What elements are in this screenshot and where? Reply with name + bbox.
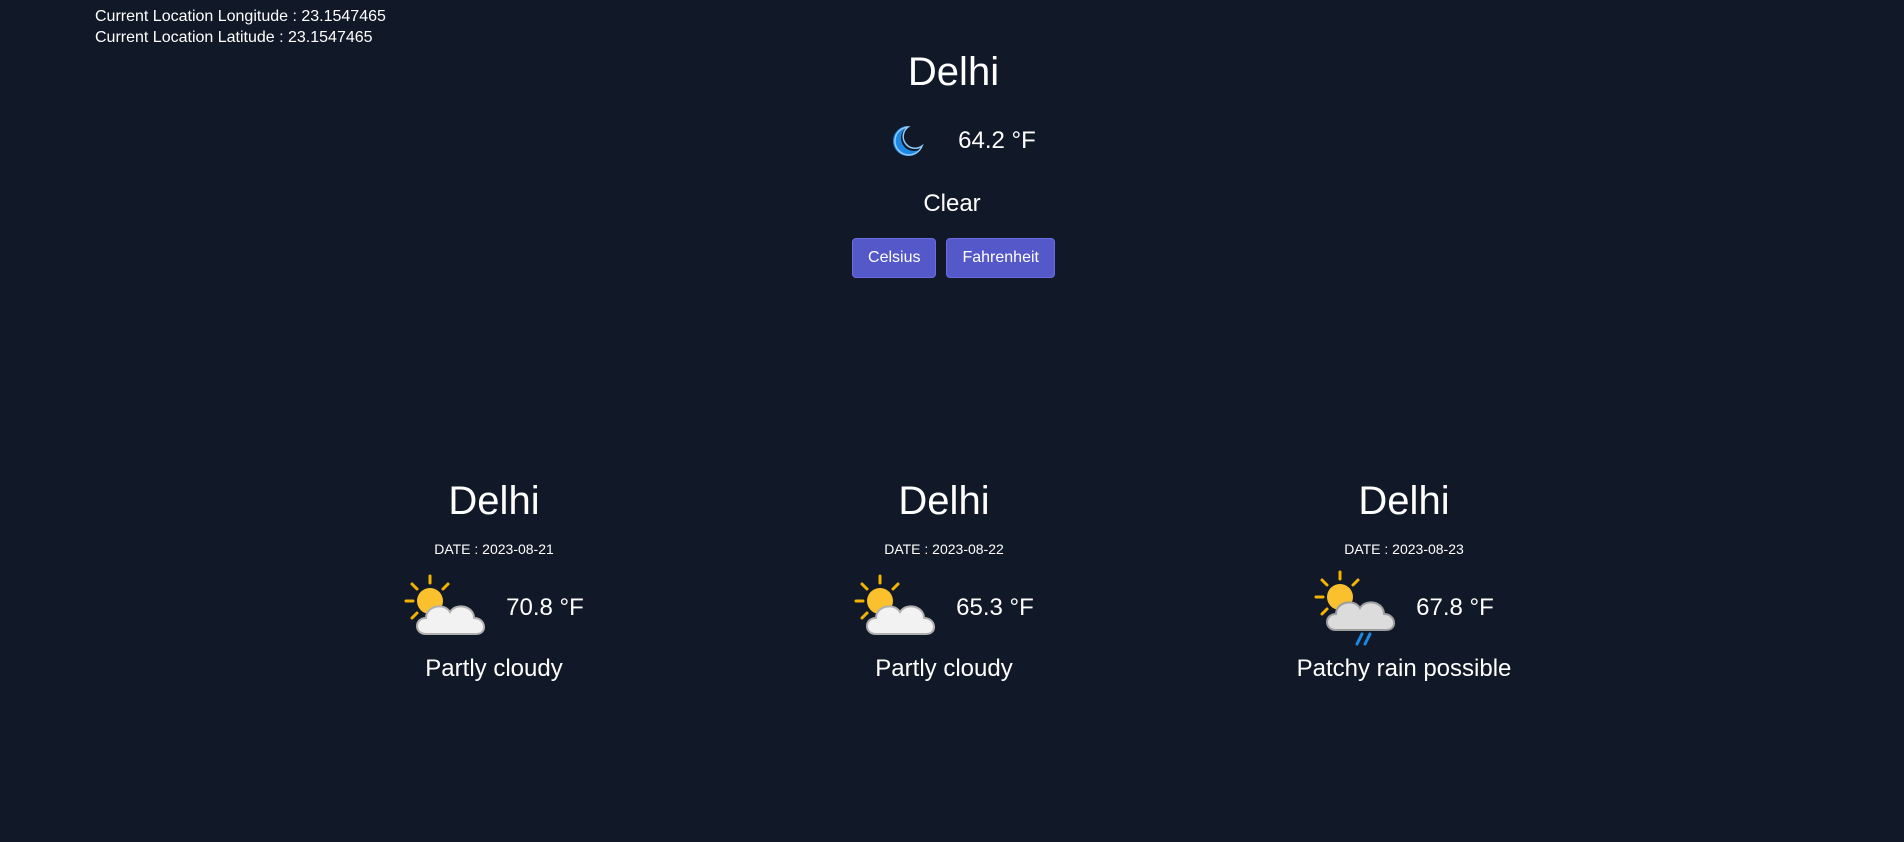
fahrenheit-button[interactable]: Fahrenheit <box>946 238 1055 278</box>
forecast-date: DATE : 2023-08-21 <box>434 541 554 557</box>
forecast-temp-row: 65.3 °F <box>764 568 1124 648</box>
forecast-card: Delhi DATE : 2023-08-23 67.8 °F Patchy r… <box>1224 476 1584 684</box>
forecast-city: Delhi <box>1358 479 1450 523</box>
celsius-button[interactable]: Celsius <box>852 238 937 278</box>
forecast-temperature: 70.8 °F <box>506 594 584 621</box>
patchy-rain-icon <box>1314 568 1402 648</box>
location-coordinates: Current Location Longitude : 23.1547465 … <box>95 6 386 48</box>
longitude-text: Current Location Longitude : 23.1547465 <box>95 8 386 25</box>
forecast-card: Delhi DATE : 2023-08-21 70.8 °F Partly c… <box>314 476 674 684</box>
current-weather: Delhi 64.2 °F Clear Celsius Fahrenheit <box>0 44 1904 278</box>
moon-icon <box>888 121 928 161</box>
unit-toggle-group: Celsius Fahrenheit <box>0 238 1904 278</box>
current-temperature: 64.2 °F <box>958 127 1036 154</box>
forecast-condition: Partly cloudy <box>875 655 1013 682</box>
forecast-condition: Patchy rain possible <box>1296 655 1512 682</box>
forecast-temp-row: 67.8 °F <box>1224 568 1584 648</box>
forecast-date: DATE : 2023-08-23 <box>1344 541 1464 557</box>
forecast-city: Delhi <box>448 479 540 523</box>
forecast-temperature: 67.8 °F <box>1416 594 1494 621</box>
forecast-city: Delhi <box>898 479 990 523</box>
forecast-condition: Partly cloudy <box>425 655 563 682</box>
current-condition: Clear <box>923 190 981 217</box>
weather-page: Current Location Longitude : 23.1547465 … <box>0 0 1904 842</box>
forecast-card: Delhi DATE : 2023-08-22 65.3 °F Partly c… <box>764 476 1124 684</box>
partly-cloudy-icon <box>854 572 942 644</box>
forecast-temp-row: 70.8 °F <box>314 568 674 648</box>
forecast-temperature: 65.3 °F <box>956 594 1034 621</box>
current-temp-row: 64.2 °F <box>0 119 1904 163</box>
current-city: Delhi <box>907 50 1000 94</box>
partly-cloudy-icon <box>404 572 492 644</box>
forecast-date: DATE : 2023-08-22 <box>884 541 1004 557</box>
